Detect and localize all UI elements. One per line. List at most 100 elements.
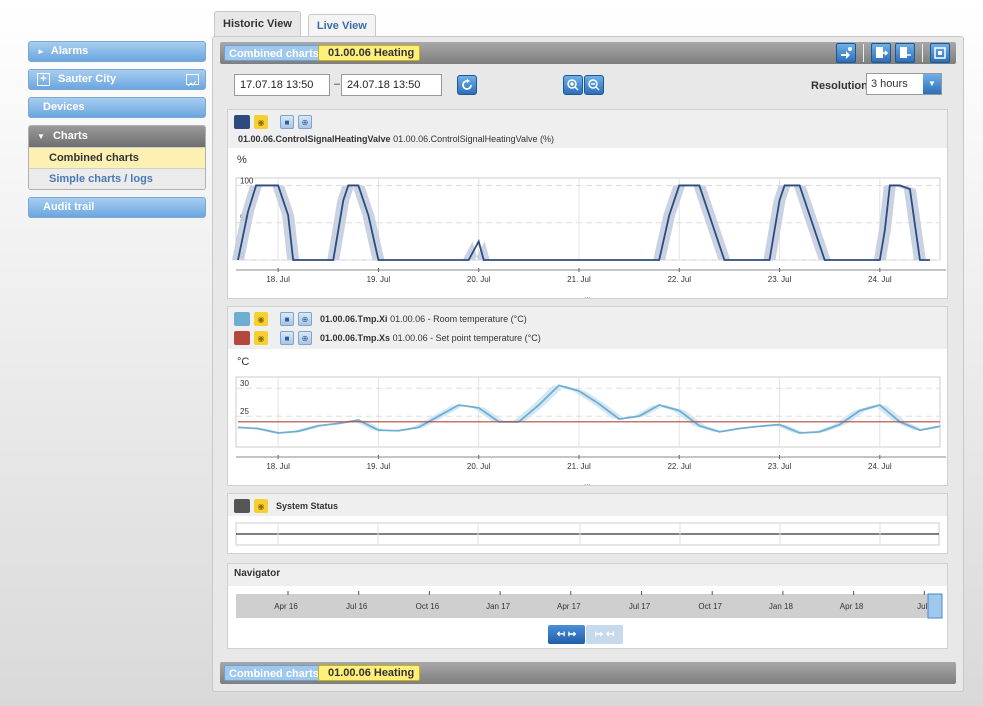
shrink-range-icon[interactable]: ↦ ↤ bbox=[586, 625, 623, 644]
chart-legend: ◉ ■ ⊕ 01.00.06.ControlSignalHeatingValve… bbox=[228, 110, 947, 148]
series-desc: 01.00.06.ControlSignalHeatingValve (%) bbox=[393, 134, 555, 144]
sidebar: ► Alarms + Sauter City Devices ▼ Charts … bbox=[28, 41, 206, 225]
toolbar-divider bbox=[922, 44, 923, 62]
eye-icon[interactable]: ◉ bbox=[254, 312, 268, 326]
series-name: 01.00.06.ControlSignalHeatingValve bbox=[238, 134, 391, 144]
add-datapoint-icon[interactable] bbox=[836, 43, 856, 63]
breadcrumb-combined-charts[interactable]: Combined charts bbox=[224, 45, 324, 61]
view-tabs: Historic View Live View bbox=[214, 11, 376, 37]
sidebar-item-label: Charts bbox=[52, 130, 88, 142]
chevron-down-icon[interactable]: ▼ bbox=[923, 74, 941, 94]
series-label: 01.00.06.Tmp.Xi 01.00.06 - Room temperat… bbox=[320, 314, 527, 324]
x-tick-label: 22. Jul bbox=[667, 462, 691, 471]
toolbar-divider bbox=[863, 44, 864, 62]
sidebar-item-label: Devices bbox=[43, 101, 85, 113]
nav-tick-label: Jan 17 bbox=[486, 602, 511, 611]
resolution-value: 3 hours bbox=[871, 78, 908, 90]
chart-panel-valve: ◉ ■ ⊕ 01.00.06.ControlSignalHeatingValve… bbox=[227, 109, 948, 300]
breadcrumb-heating[interactable]: 01.00.06 Heating bbox=[318, 665, 421, 681]
valve-chart: 18. Jul 19. Jul 20. Jul 21. Jul 22. Jul 23. J… bbox=[232, 176, 946, 284]
resize-handle[interactable]: ... bbox=[584, 291, 591, 300]
sidebar-item-label: Sauter City bbox=[58, 73, 117, 85]
breadcrumb-bar: Combined charts 01.00.06 Heating bbox=[220, 42, 956, 64]
series-label: 01.00.06.ControlSignalHeatingValve 01.00… bbox=[238, 134, 941, 144]
series-color-swatch[interactable] bbox=[234, 499, 250, 513]
nav-tick-label: Jul bbox=[917, 602, 927, 611]
eye-icon[interactable]: ◉ bbox=[254, 115, 268, 129]
date-to-input[interactable]: 24.07.18 13:50 bbox=[341, 74, 442, 96]
expand-plus-icon[interactable]: + bbox=[37, 73, 50, 86]
sidebar-item-audit-trail[interactable]: Audit trail bbox=[28, 197, 206, 218]
settings-icon[interactable]: ⊕ bbox=[298, 115, 312, 129]
breadcrumb-heating[interactable]: 01.00.06 Heating bbox=[318, 45, 421, 61]
x-tick-label: 19. Jul bbox=[367, 275, 391, 284]
legend-row: ◉ ■ ⊕ bbox=[234, 114, 941, 130]
chart-controls: 17.07.18 13:50 – 24.07.18 13:50 Resoluti… bbox=[226, 70, 948, 106]
image-icon[interactable] bbox=[186, 74, 199, 87]
series-name: 01.00.06.Tmp.Xs bbox=[320, 333, 391, 343]
series-desc: 01.00.06 - Room temperature (°C) bbox=[390, 314, 527, 324]
x-tick-label: 22. Jul bbox=[667, 275, 691, 284]
bar-style-icon[interactable]: ■ bbox=[280, 115, 294, 129]
plot-area bbox=[235, 376, 941, 448]
legend-row: ◉ ■ ⊕ 01.00.06.Tmp.Xi 01.00.06 - Room te… bbox=[234, 311, 941, 327]
nav-tick-label: Jan 18 bbox=[769, 602, 794, 611]
settings-icon[interactable]: ⊕ bbox=[298, 331, 312, 345]
navigator-title: Navigator bbox=[228, 564, 947, 586]
x-tick-label: 23. Jul bbox=[768, 275, 792, 284]
sidebar-item-devices[interactable]: Devices bbox=[28, 97, 206, 118]
x-tick-label: 21. Jul bbox=[567, 275, 591, 284]
bar-style-icon[interactable]: ■ bbox=[280, 312, 294, 326]
toolbar-icons bbox=[836, 43, 950, 63]
date-from-input[interactable]: 17.07.18 13:50 bbox=[234, 74, 330, 96]
series-color-swatch[interactable] bbox=[234, 331, 250, 345]
x-tick-label: 18. Jul bbox=[266, 462, 290, 471]
x-tick-label: 23. Jul bbox=[768, 462, 792, 471]
x-tick-label: 19. Jul bbox=[367, 462, 391, 471]
series-line bbox=[237, 384, 941, 434]
fullscreen-icon[interactable] bbox=[930, 43, 950, 63]
nav-tick-label: Apr 16 bbox=[274, 602, 298, 611]
legend-row: ◉ ■ ⊕ 01.00.06.Tmp.Xs 01.00.06 - Set poi… bbox=[234, 330, 941, 346]
bar-style-icon[interactable]: ■ bbox=[280, 331, 294, 345]
sidebar-item-alarms[interactable]: ► Alarms bbox=[28, 41, 206, 62]
resolution-select[interactable]: 3 hours ▼ bbox=[866, 73, 942, 95]
sidebar-item-simple-charts[interactable]: Simple charts / logs bbox=[29, 168, 205, 189]
series-color-swatch[interactable] bbox=[234, 115, 250, 129]
expand-range-icon[interactable]: ↤ ↦ bbox=[548, 625, 585, 644]
sidebar-item-combined-charts[interactable]: Combined charts bbox=[29, 147, 205, 168]
zoom-out-icon[interactable] bbox=[584, 75, 604, 95]
x-tick-label: 24. Jul bbox=[868, 275, 892, 284]
nav-tick-label: Apr 18 bbox=[840, 602, 864, 611]
chart-legend: ◉ ■ ⊕ 01.00.06.Tmp.Xi 01.00.06 - Room te… bbox=[228, 307, 947, 349]
tab-live-view[interactable]: Live View bbox=[307, 14, 376, 37]
chart-panel-temperature: ◉ ■ ⊕ 01.00.06.Tmp.Xi 01.00.06 - Room te… bbox=[227, 306, 948, 487]
minmax-band bbox=[232, 385, 947, 433]
series-color-swatch[interactable] bbox=[234, 312, 250, 326]
refresh-icon[interactable] bbox=[457, 75, 477, 95]
settings-icon[interactable]: ⊕ bbox=[298, 312, 312, 326]
triangle-right-icon: ► bbox=[37, 47, 45, 56]
chart-legend: ◉ System Status bbox=[228, 494, 947, 516]
export-icon[interactable] bbox=[871, 43, 891, 63]
breadcrumb-combined-charts[interactable]: Combined charts bbox=[224, 665, 324, 681]
navigator-chart[interactable]: Apr 16 Jul 16 Oct 16 Jan 17 Apr 17 Jul 17 Oct … bbox=[228, 590, 947, 630]
y-tick-label: 30 bbox=[240, 379, 249, 388]
eye-icon[interactable]: ◉ bbox=[254, 499, 268, 513]
eye-icon[interactable]: ◉ bbox=[254, 331, 268, 345]
sidebar-item-sauter-city[interactable]: + Sauter City bbox=[28, 69, 206, 90]
resize-handle[interactable]: ... bbox=[584, 478, 591, 487]
breadcrumb-bar-bottom: Combined charts 01.00.06 Heating bbox=[220, 662, 956, 684]
save-icon[interactable] bbox=[895, 43, 915, 63]
resolution-label: Resolution bbox=[811, 80, 868, 92]
series-desc: 01.00.06 - Set point temperature (°C) bbox=[392, 333, 541, 343]
navigator-buttons: ↤ ↦ ↦ ↤ bbox=[548, 625, 623, 644]
nav-tick-label: Oct 17 bbox=[698, 602, 722, 611]
tab-historic-view[interactable]: Historic View bbox=[214, 11, 301, 37]
sidebar-item-label: Audit trail bbox=[43, 201, 95, 213]
y-unit-label: °C bbox=[237, 356, 250, 368]
nav-tick-label: Jul 17 bbox=[629, 602, 651, 611]
series-name: 01.00.06.Tmp.Xi bbox=[320, 314, 388, 324]
zoom-in-icon[interactable] bbox=[563, 75, 583, 95]
sidebar-item-charts[interactable]: ▼ Charts bbox=[29, 126, 205, 147]
